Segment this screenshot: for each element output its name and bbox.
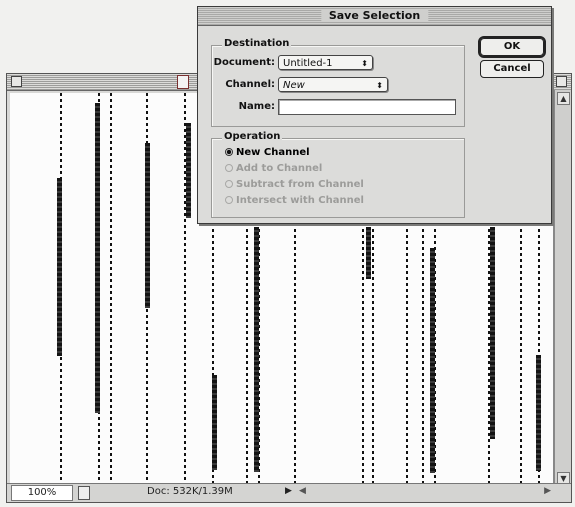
selection-outline: [110, 93, 112, 485]
dialog-title: Save Selection: [320, 9, 429, 22]
selection-strand: [145, 143, 150, 308]
radio-label: Add to Channel: [236, 163, 323, 174]
scroll-right-arrow-icon[interactable]: ▶: [544, 486, 551, 496]
cancel-button[interactable]: Cancel: [480, 60, 544, 78]
selection-strand: [536, 355, 541, 471]
selection-outline: [246, 223, 248, 485]
status-bar: 100% Doc: 532K/1.39M ▶ ◀ ▶: [7, 483, 571, 502]
radio-new-channel[interactable]: New Channel: [225, 147, 310, 158]
channel-label: Channel:: [225, 79, 275, 90]
radio-intersect-with-channel[interactable]: Intersect with Channel: [225, 195, 364, 206]
zoom-box-icon[interactable]: [556, 76, 567, 87]
selection-outline: [372, 223, 374, 485]
popup-arrows-icon: ⬍: [361, 59, 368, 68]
name-input[interactable]: [278, 99, 456, 115]
name-label: Name:: [238, 101, 275, 112]
selection-outline: [520, 223, 522, 485]
selection-strand: [490, 227, 495, 439]
selection-strand: [212, 375, 217, 470]
save-selection-dialog: Save Selection Destination Document: Unt…: [197, 6, 552, 224]
operation-label: Operation: [222, 131, 283, 142]
document-icon[interactable]: [78, 486, 90, 500]
radio-label: Subtract from Channel: [236, 179, 364, 190]
document-proxy-icon[interactable]: [177, 75, 189, 89]
popup-arrows-icon: ⬍: [376, 81, 383, 90]
selection-strand: [366, 227, 371, 279]
scroll-up-arrow-icon[interactable]: ▲: [557, 92, 570, 105]
dialog-title-bar[interactable]: Save Selection: [198, 7, 551, 26]
document-popup[interactable]: Untitled-1 ⬍: [278, 55, 373, 70]
close-box-icon[interactable]: [11, 76, 22, 87]
radio-label: New Channel: [236, 147, 310, 158]
selection-strand: [57, 178, 62, 356]
radio-button-icon: [225, 180, 233, 188]
radio-button-icon: [225, 164, 233, 172]
selection-outline: [422, 223, 424, 485]
radio-subtract-from-channel[interactable]: Subtract from Channel: [225, 179, 364, 190]
radio-label: Intersect with Channel: [236, 195, 364, 206]
document-popup-value: Untitled-1: [283, 58, 333, 69]
radio-button-icon: [225, 196, 233, 204]
selection-outline: [294, 223, 296, 485]
status-menu-arrow-icon[interactable]: ▶: [285, 486, 292, 496]
selection-strand: [186, 123, 191, 218]
selection-outline: [406, 223, 408, 485]
radio-add-to-channel[interactable]: Add to Channel: [225, 163, 322, 174]
selection-strand: [95, 103, 100, 413]
vertical-scrollbar[interactable]: ▲ ▼: [554, 90, 571, 487]
ok-button[interactable]: OK: [480, 38, 544, 56]
document-size-info: Doc: 532K/1.39M: [147, 486, 233, 497]
channel-popup-value: New: [283, 80, 305, 91]
document-label: Document:: [213, 57, 275, 68]
zoom-level-field[interactable]: 100%: [11, 485, 73, 501]
scroll-left-arrow-icon[interactable]: ◀: [299, 486, 306, 496]
channel-popup[interactable]: New ⬍: [278, 77, 388, 92]
selection-outline: [362, 223, 364, 485]
radio-button-icon: [225, 148, 233, 156]
destination-label: Destination: [222, 38, 292, 49]
selection-strand: [254, 227, 259, 472]
selection-strand: [430, 248, 435, 473]
